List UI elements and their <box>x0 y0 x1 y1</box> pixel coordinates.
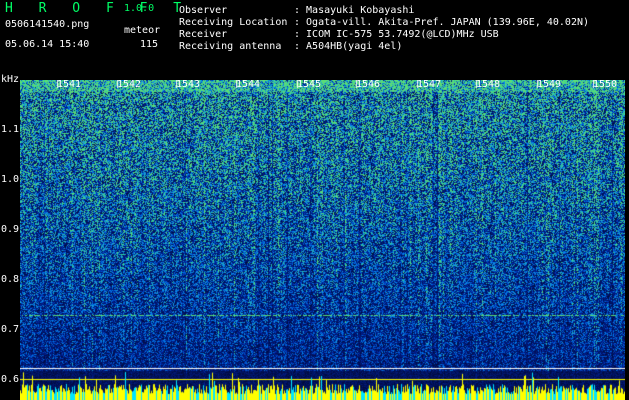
antenna-label: Receiving antenna <box>179 41 282 52</box>
app-title: H R O F F T <box>5 1 191 16</box>
minute-marker: 1545 <box>297 79 322 90</box>
minute-marker: 1546 <box>356 79 381 90</box>
y-tick-label: 1.1 <box>1 124 20 135</box>
y-tick-label: 0.9 <box>1 224 20 235</box>
spectrogram-canvas <box>20 80 625 400</box>
y-tick-label: 0.7 <box>1 324 20 335</box>
y-unit-label: kHz <box>1 74 20 85</box>
observer-label: Observer <box>179 5 228 16</box>
minute-marker: 1547 <box>417 79 442 90</box>
location-value: : Ogata-vill. Akita-Pref. JAPAN (139.96E… <box>294 17 590 28</box>
y-tick-label: 0.6 <box>1 374 20 385</box>
version-label: 1.0.0 <box>124 3 155 14</box>
antenna-value: : A504HB(yagi 4el) <box>294 41 403 52</box>
minute-marker: 1542 <box>117 79 142 90</box>
receiver-label: Receiver <box>179 29 228 40</box>
observer-value: : Masayuki Kobayashi <box>294 5 415 16</box>
count-label: 115 <box>140 39 159 50</box>
mode-label: meteor <box>124 25 161 36</box>
minute-marker: 1544 <box>236 79 261 90</box>
filename-label: 0506141540.png <box>5 19 90 30</box>
minute-marker: 1541 <box>57 79 82 90</box>
minute-marker: 1543 <box>176 79 201 90</box>
y-tick-label: 0.8 <box>1 274 20 285</box>
location-label: Receiving Location <box>179 17 288 28</box>
receiver-value: : ICOM IC-575 53.7492(@LCD)MHz USB <box>294 29 499 40</box>
datetime-label: 05.06.14 15:40 <box>5 39 90 50</box>
y-tick-label: 1.0 <box>1 174 20 185</box>
minute-marker: 1549 <box>537 79 562 90</box>
minute-marker: 1550 <box>593 79 618 90</box>
minute-marker: 1548 <box>476 79 501 90</box>
